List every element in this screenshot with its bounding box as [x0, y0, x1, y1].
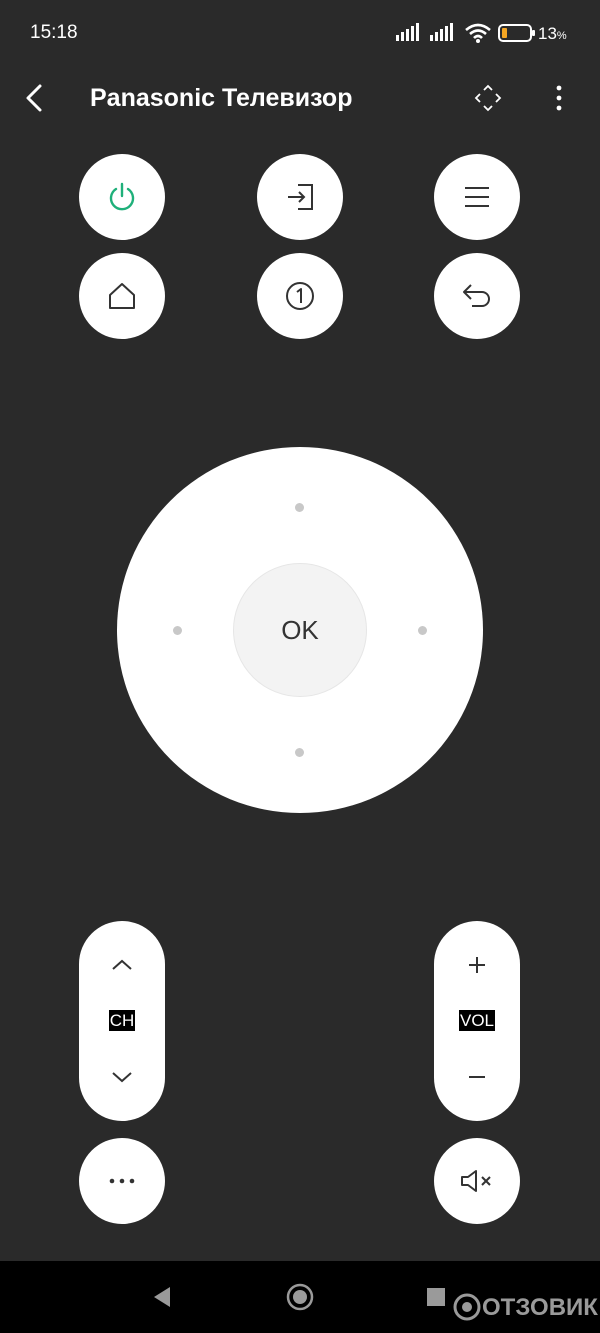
home-icon — [109, 283, 135, 309]
number-one-circle-icon — [286, 282, 314, 310]
return-button[interactable] — [434, 253, 520, 339]
signal-icon — [396, 23, 419, 41]
volume-label: VOL — [458, 1010, 496, 1031]
power-button[interactable] — [79, 154, 165, 240]
volume-control: VOL — [434, 921, 520, 1121]
mute-button[interactable] — [434, 1138, 520, 1224]
expand-button[interactable] — [472, 80, 504, 116]
dpad-up-button[interactable] — [295, 503, 304, 512]
nav-home-icon[interactable] — [286, 1283, 314, 1311]
status-time: 15:18 — [30, 22, 78, 43]
nav-recents-icon[interactable] — [426, 1287, 446, 1307]
channel-down-button[interactable] — [79, 1047, 165, 1107]
watermark-text: ОТЗОВИК — [482, 1294, 598, 1321]
volume-up-button[interactable] — [434, 935, 520, 995]
page-title: Panasonic Телевизор — [90, 84, 353, 112]
nav-back-icon[interactable] — [150, 1285, 174, 1309]
dpad-down-button[interactable] — [295, 748, 304, 757]
app-header: Panasonic Телевизор — [0, 66, 600, 140]
return-arrow-icon — [463, 284, 490, 307]
input-source-button[interactable] — [257, 154, 343, 240]
signal-icon-2 — [430, 23, 453, 41]
direction-pad[interactable]: OK — [117, 447, 483, 813]
more-options-button[interactable] — [79, 1138, 165, 1224]
channel-label: CH — [108, 1010, 136, 1031]
number-pad-button[interactable] — [257, 253, 343, 339]
chevron-down-icon — [112, 1072, 132, 1083]
hamburger-menu-icon — [465, 187, 489, 207]
ok-button[interactable]: OK — [233, 563, 367, 697]
mute-speaker-icon — [461, 1170, 491, 1192]
dpad-left-button[interactable] — [173, 626, 182, 635]
power-icon — [109, 182, 135, 211]
more-horizontal-icon — [109, 1178, 135, 1184]
dpad-right-button[interactable] — [418, 626, 427, 635]
menu-button[interactable] — [434, 154, 520, 240]
channel-control: CH — [79, 921, 165, 1121]
plus-icon — [469, 957, 485, 973]
more-vertical-icon — [556, 85, 562, 111]
more-menu-button[interactable] — [548, 80, 570, 116]
battery-icon — [498, 24, 535, 42]
otzovik-logo-icon — [453, 1293, 481, 1321]
chevron-left-icon — [26, 84, 42, 112]
wifi-icon — [465, 23, 491, 43]
home-button[interactable] — [79, 253, 165, 339]
input-source-icon — [288, 184, 313, 210]
status-bar: 15:18 13% — [0, 0, 600, 66]
expand-arrows-icon — [474, 84, 502, 112]
back-button[interactable] — [18, 80, 54, 116]
minus-icon — [469, 1076, 485, 1078]
battery-percent: 13% — [538, 24, 567, 43]
chevron-up-icon — [112, 959, 132, 970]
volume-down-button[interactable] — [434, 1047, 520, 1107]
channel-up-button[interactable] — [79, 935, 165, 995]
